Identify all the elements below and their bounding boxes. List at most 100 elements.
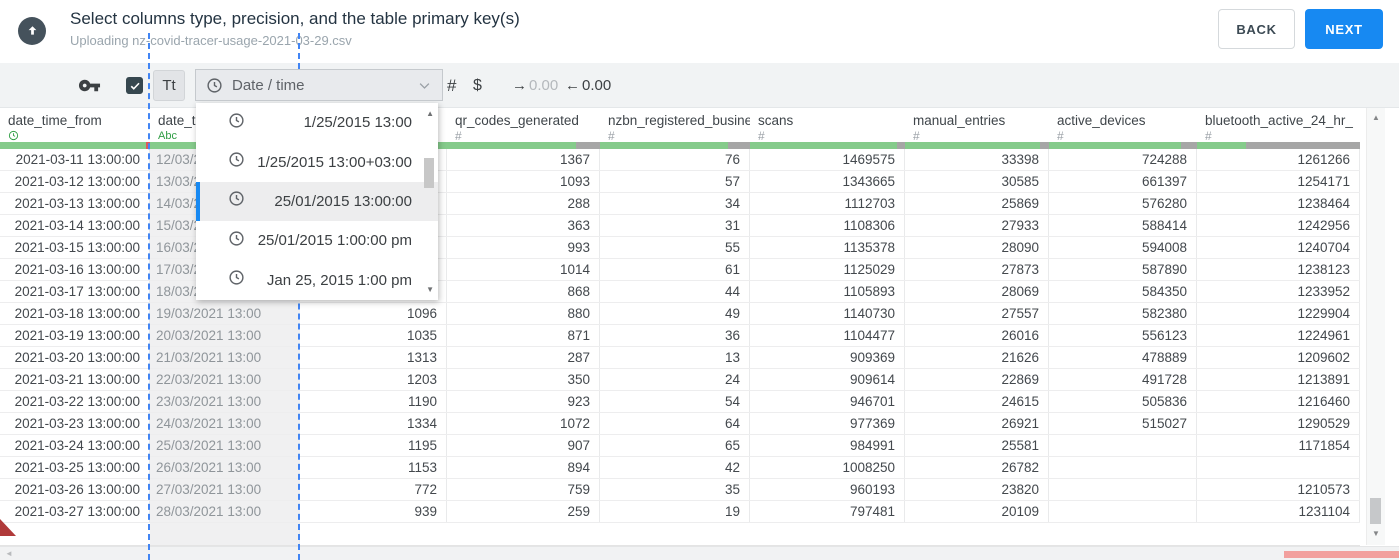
column-nzbn_registered_busine: nzbn_registered_busine #76 57 34 31 55 61 44 49 3… [600,108,750,545]
date-format-dropdown-list: 1/25/2015 13:00 1/25/2015 13:00+03:00 25/0… [196,103,438,300]
column-header[interactable]: scans # [750,108,905,143]
column-header[interactable]: date_time_from [0,108,150,142]
table-cell: 20/03/2021 13:00 [150,325,300,347]
date-format-option[interactable]: 1/25/2015 13:00+03:00 [196,142,438,181]
table-cell: 35 [600,479,750,501]
column-include-checkbox[interactable] [126,77,143,94]
date-format-label: Jan 25, 2015 1:00 pm [266,271,412,289]
column-qr_codes_generated: qr_codes_generated # 1367 1093 288 363 993 1014… [447,108,600,545]
type-dropdown[interactable]: Date / time [195,69,443,101]
chevron-down-icon [417,78,432,93]
decrease-decimal-value: 0.00 [582,77,612,94]
table-cell: 2021-03-24 13:00:00 [0,435,150,457]
table-cell: 1209602 [1197,347,1360,369]
column-header[interactable]: bluetooth_active_24_hr_ # [1197,108,1360,143]
table-cell: 24615 [905,391,1049,413]
table-cell: 1254171 [1197,171,1360,193]
table-cell: 1072 [447,413,600,435]
table-cell: 25581 [905,435,1049,457]
column-name: active_devices [1057,113,1146,128]
increase-decimal-button[interactable]: → 0.00 [512,63,558,108]
date-format-option[interactable]: 1/25/2015 13:00 [196,103,438,142]
scroll-down-icon[interactable]: ▼ [1367,529,1385,538]
table-cell: 2021-03-21 13:00:00 [0,369,150,391]
table-cell: 939 [300,501,447,523]
table-cell: 76 [600,149,750,171]
table-cell: 22/03/2021 13:00 [150,369,300,391]
table-cell: 2021-03-26 13:00:00 [0,479,150,501]
table-cell: 65 [600,435,750,457]
table-cell: 582380 [1049,303,1197,325]
dropdown-scroll-up-icon[interactable]: ▲ [426,109,434,118]
table-cell: 1334 [300,413,447,435]
table-cell: 26/03/2021 13:00 [150,457,300,479]
quality-bar-segment [1245,142,1360,149]
column-quality-bar [1049,142,1197,149]
currency-type-button[interactable]: $ [473,63,482,108]
table-cell: 27/03/2021 13:00 [150,479,300,501]
column-header[interactable]: active_devices # [1049,108,1197,143]
next-button[interactable]: NEXT [1305,9,1383,49]
table-cell: 1195 [300,435,447,457]
table-cell: 1125029 [750,259,905,281]
horizontal-scrollbar-thumb[interactable] [1284,551,1399,558]
table-cell: 42 [600,457,750,479]
quality-bar-segment [1040,142,1049,149]
column-date_time_from: date_time_from 2021-03-11 13:00:00 2021-03… [0,108,150,545]
table-cell: 1171854 [1197,435,1360,457]
table-cell: 1240704 [1197,237,1360,259]
date-format-option[interactable]: 25/01/2015 1:00:00 pm [196,221,438,260]
table-cell: 1093 [447,171,600,193]
table-cell: 27557 [905,303,1049,325]
table-cell: 1014 [447,259,600,281]
table-cell: 505836 [1049,391,1197,413]
table-cell: 1213891 [1197,369,1360,391]
date-format-option[interactable]: 25/01/2015 13:00:00 [196,181,438,222]
vertical-scrollbar[interactable]: ▲ ▼ [1366,108,1385,545]
column-header[interactable]: manual_entries # [905,108,1049,143]
decrease-decimal-button[interactable]: ← 0.00 [565,63,611,108]
text-type-button[interactable]: Tt [153,70,185,101]
table-cell: 772 [300,479,447,501]
back-button[interactable]: BACK [1218,9,1295,49]
table-cell: 871 [447,325,600,347]
scroll-up-icon[interactable]: ▲ [1367,113,1385,122]
table-cell [1049,457,1197,479]
clock-icon [207,77,222,93]
table-cell: 26016 [905,325,1049,347]
table-cell: 576280 [1049,193,1197,215]
table-end-marker [0,519,16,536]
table-cell: 909614 [750,369,905,391]
scroll-left-icon[interactable]: ◄ [5,549,13,558]
column-header[interactable]: nzbn_registered_busine # [600,108,750,143]
table-cell: 2021-03-20 13:00:00 [0,347,150,369]
date-format-label: 1/25/2015 13:00 [303,114,412,132]
table-cell: 1290529 [1197,413,1360,435]
table-cell: 26782 [905,457,1049,479]
table-cell: 2021-03-25 13:00:00 [0,457,150,479]
table-cell: 1231104 [1197,501,1360,523]
table-cell: 1343665 [750,171,905,193]
table-cell: 1108306 [750,215,905,237]
table-cell: 880 [447,303,600,325]
table-cell: 2021-03-15 13:00:00 [0,237,150,259]
table-cell: 2021-03-13 13:00:00 [0,193,150,215]
quality-bar-segment [905,142,1041,149]
column-scans: scans # 1469575 1343665 1112703 1108306 113537… [750,108,905,545]
date-format-label: 1/25/2015 13:00+03:00 [257,153,412,171]
primary-key-icon[interactable] [78,74,101,102]
table-cell: 594008 [1049,237,1197,259]
horizontal-scrollbar[interactable]: ◄ ► [0,546,1399,560]
dropdown-scroll-down-icon[interactable]: ▼ [426,285,434,294]
vertical-scrollbar-thumb[interactable] [1370,498,1381,524]
dropdown-scrollbar-thumb[interactable] [424,158,434,188]
table-cell: 23820 [905,479,1049,501]
column-header[interactable]: qr_codes_generated # [447,108,600,143]
table-cell: 724288 [1049,149,1197,171]
column-quality-bar [1197,142,1360,149]
number-type-button[interactable]: # [447,63,456,108]
quality-bar-segment [1049,142,1181,149]
increase-decimal-value: 0.00 [529,77,559,94]
date-format-option[interactable]: Jan 25, 2015 1:00 pm [196,261,438,300]
table-cell: 946701 [750,391,905,413]
